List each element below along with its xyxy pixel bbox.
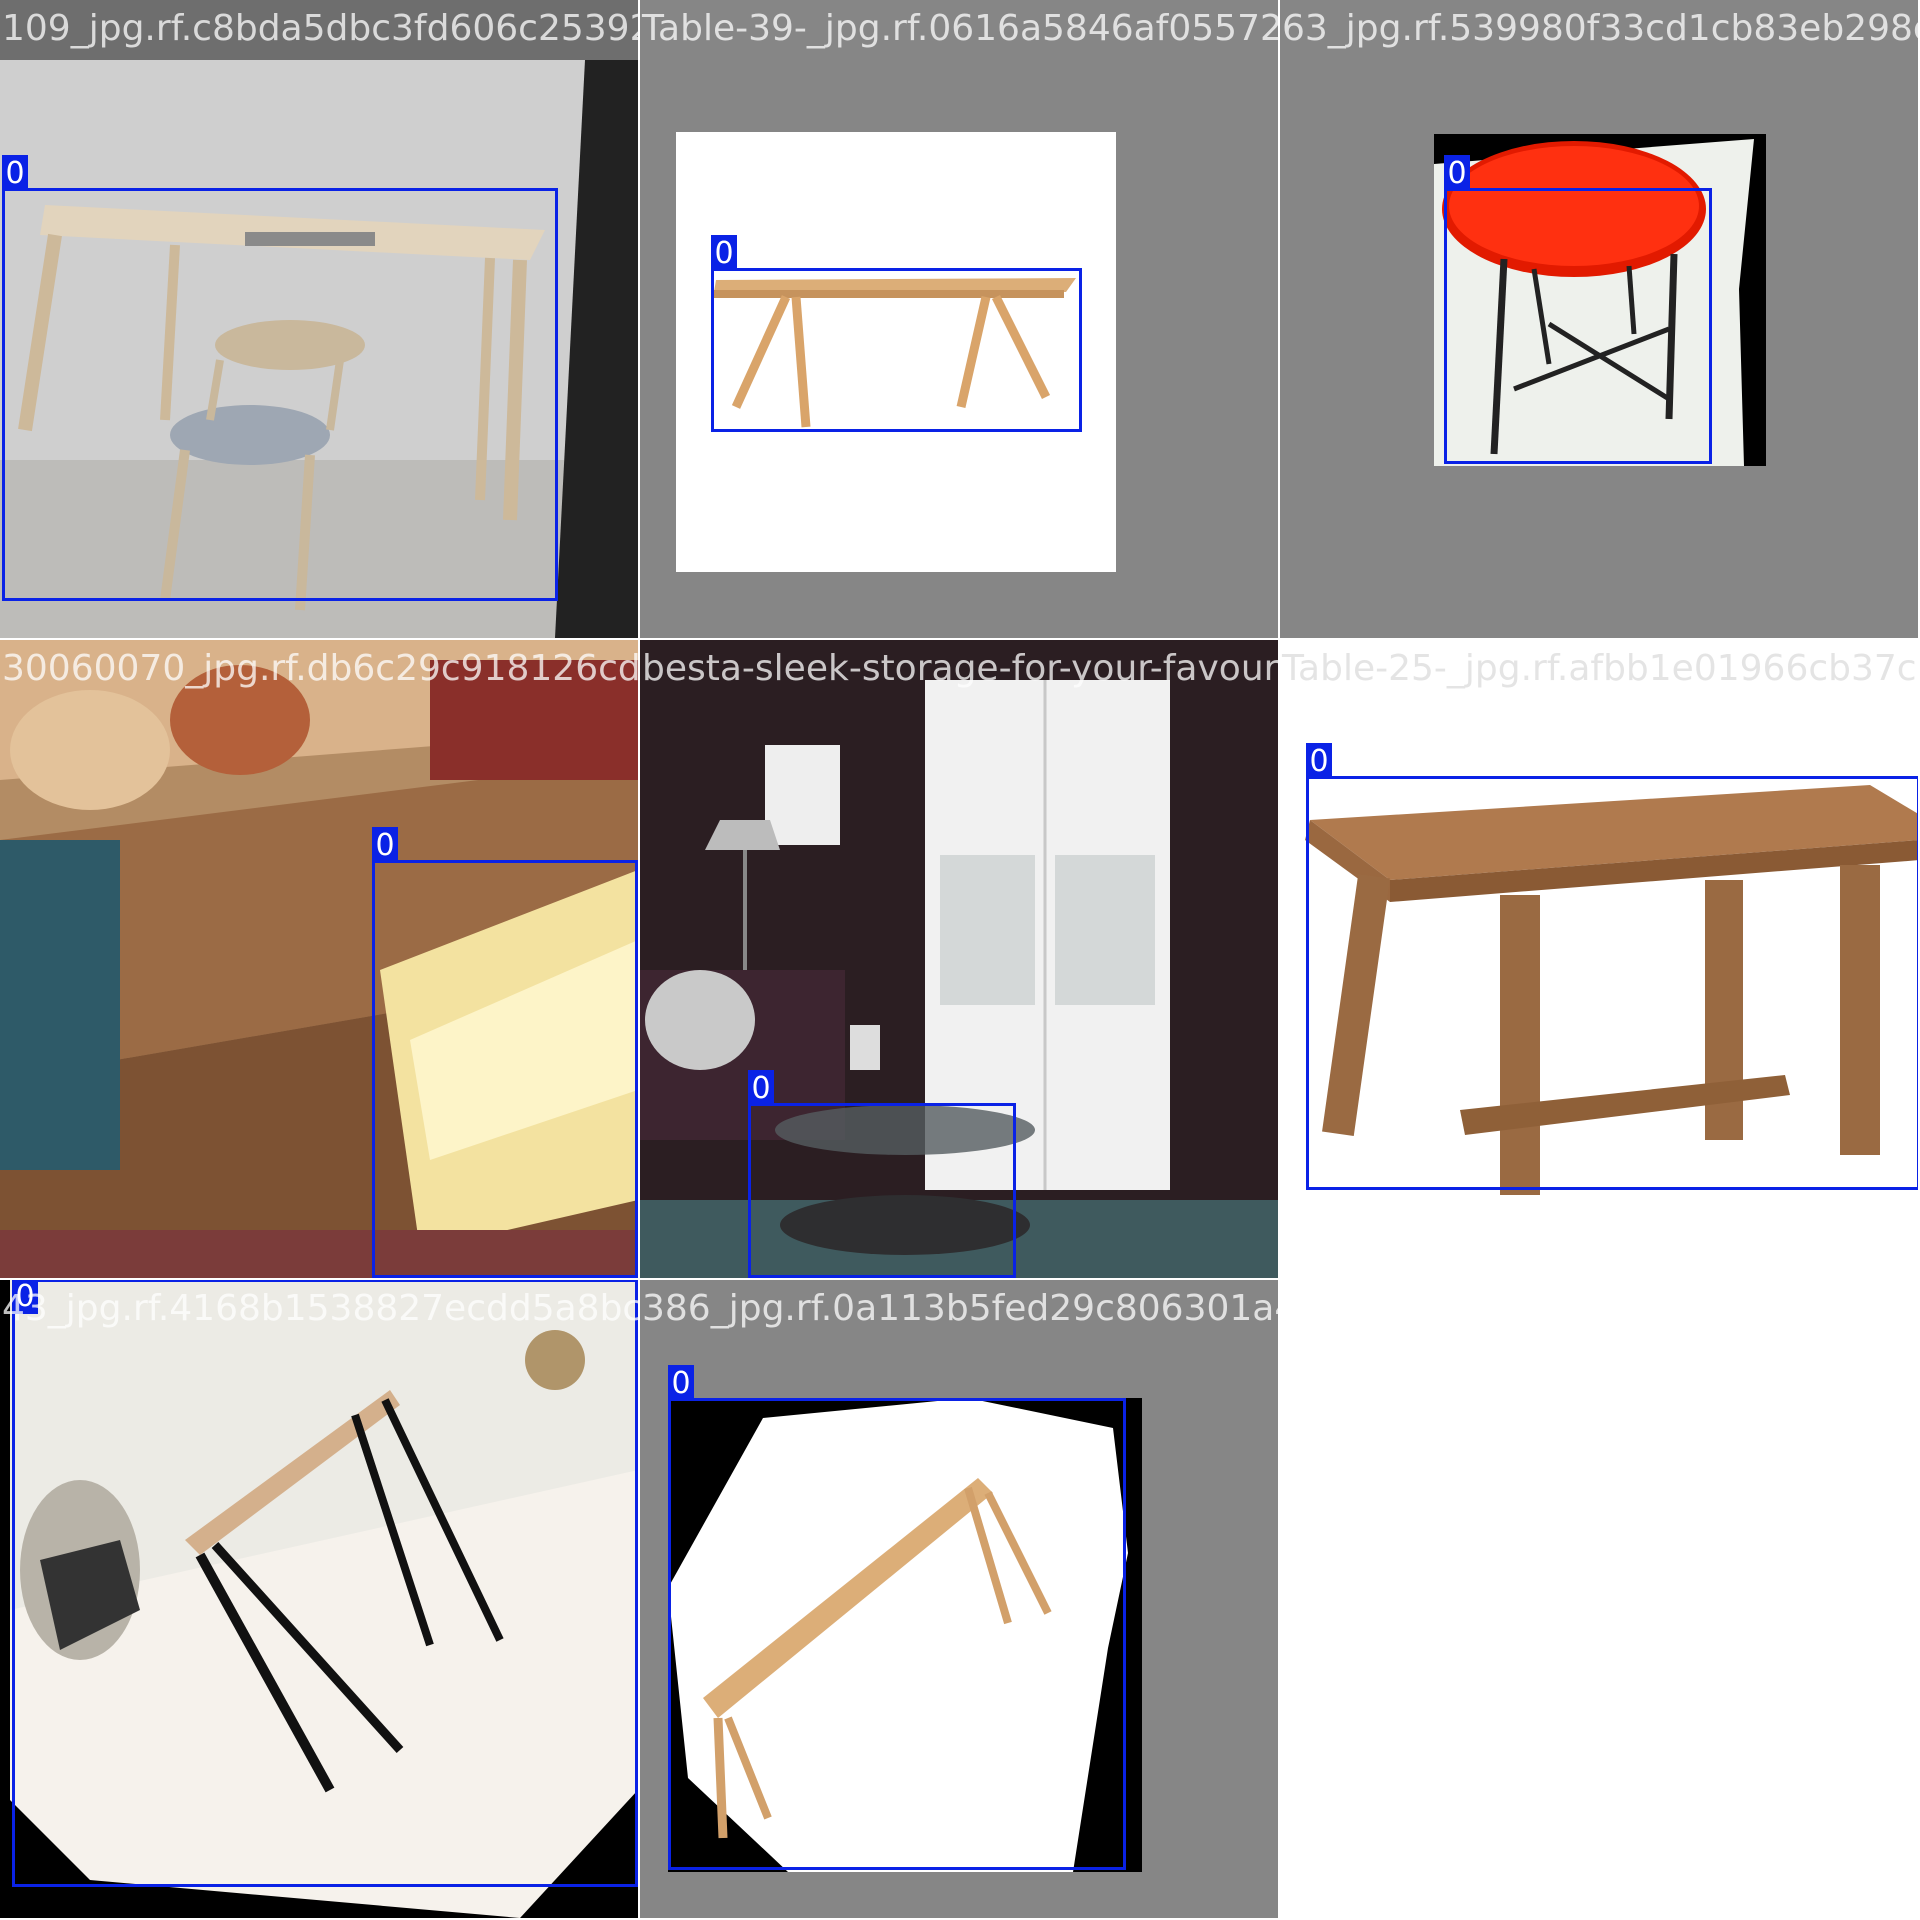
tile-filename: 43_jpg.rf.4168b1538827ecdd5a8bc25	[2, 1288, 638, 1329]
tile-filename: 386_jpg.rf.0a113b5fed29c806301a43459c872…	[642, 1288, 1278, 1329]
mosaic-tile-4[interactable]: 30060070_jpg.rf.db6c29c918126cd4c8ee2307…	[0, 640, 638, 1278]
tile-filename: besta-sleek-storage-for-your-favourite-t…	[642, 648, 1278, 689]
bounding-box[interactable]: 0	[748, 1070, 1016, 1278]
tile-filename: 109_jpg.rf.c8bda5dbc3fd606c253925dc237f3…	[2, 8, 638, 49]
tile-filename: Table-25-_jpg.rf.afbb1e01966cb37c1e	[1282, 648, 1918, 689]
tile-filename: 63_jpg.rf.539980f33cd1cb83eb298cbb	[1282, 8, 1918, 49]
class-label: 0	[748, 1070, 774, 1106]
bounding-box[interactable]: 0	[711, 235, 1082, 432]
class-label: 0	[372, 827, 398, 863]
mosaic-tile-3[interactable]: 63_jpg.rf.539980f33cd1cb83eb298cbb 0	[1280, 0, 1918, 638]
bounding-box[interactable]: 0	[1306, 743, 1918, 1190]
class-label: 0	[668, 1365, 694, 1401]
mosaic-tile-8[interactable]: 386_jpg.rf.0a113b5fed29c806301a43459c872…	[640, 1280, 1278, 1918]
class-label: 0	[711, 235, 737, 271]
mosaic-tile-7[interactable]: 43_jpg.rf.4168b1538827ecdd5a8bc25 0	[0, 1280, 638, 1918]
bounding-box[interactable]: 0	[12, 1280, 638, 1887]
mosaic-tile-1[interactable]: 109_jpg.rf.c8bda5dbc3fd606c253925dc237f3…	[0, 0, 638, 638]
mosaic-tile-6[interactable]: Table-25-_jpg.rf.afbb1e01966cb37c1e 0	[1280, 640, 1918, 1278]
class-label: 0	[1306, 743, 1332, 779]
tile-filename: Table-39-_jpg.rf.0616a5846af05572823a1e9…	[642, 8, 1278, 49]
bounding-box[interactable]: 0	[1444, 155, 1712, 464]
class-label: 0	[2, 155, 28, 191]
mosaic-tile-5[interactable]: besta-sleek-storage-for-your-favourite-t…	[640, 640, 1278, 1278]
bounding-box[interactable]: 0	[372, 827, 638, 1278]
mosaic-tile-2[interactable]: Table-39-_jpg.rf.0616a5846af05572823a1e9…	[640, 0, 1278, 638]
bounding-box[interactable]: 0	[668, 1365, 1126, 1870]
bounding-box[interactable]: 0	[2, 155, 558, 601]
tile-filename: 30060070_jpg.rf.db6c29c918126cd4c8ee2307	[2, 648, 638, 689]
class-label: 0	[1444, 155, 1470, 191]
